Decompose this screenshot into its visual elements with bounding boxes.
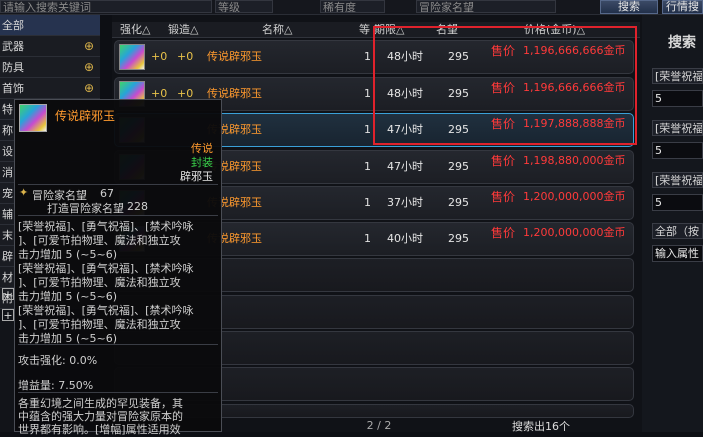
filter-value-input[interactable]: 5: [652, 142, 703, 159]
sort-dropdown[interactable]: 全部（按: [652, 223, 703, 239]
price-value: 1,200,000,000金币: [523, 190, 626, 203]
tooltip-gain: 增益量: 7.50%: [18, 379, 94, 392]
tooltip-attack-enhance: 攻击强化: 0.0%: [18, 354, 98, 367]
category-label: 设: [2, 145, 13, 158]
search-button[interactable]: 搜索: [600, 0, 658, 14]
col-enhance[interactable]: 强化△: [120, 22, 150, 37]
top-search-bar: 请输入搜索关键词 等级 稀有度 冒险家名望 搜索 行情搜: [0, 0, 703, 15]
col-level[interactable]: 等: [359, 22, 370, 37]
tooltip-description: 世界都有影响。[增幅]属性适用效: [18, 423, 181, 436]
category-item[interactable]: 首饰 ⊕: [0, 78, 100, 99]
item-quantity: 1: [364, 160, 371, 173]
expand-icon[interactable]: +: [2, 309, 14, 321]
filter-label[interactable]: [荣誉祝福: [652, 120, 703, 136]
item-quantity: 1: [364, 196, 371, 209]
category-label: 辅: [2, 208, 13, 221]
tooltip-item-name: 传说辟邪玉: [55, 109, 116, 123]
category-label: 特: [2, 103, 13, 116]
item-quantity: 1: [364, 123, 371, 136]
category-label: 首饰: [2, 82, 24, 95]
sell-label: 售价: [491, 226, 516, 240]
category-item[interactable]: 武器 ⊕: [0, 36, 100, 57]
tooltip-type: 辟邪玉: [180, 170, 213, 183]
filter-label[interactable]: [荣誉祝福: [652, 68, 703, 84]
price-value: 1,198,880,000金币: [523, 154, 626, 167]
category-label: 宠: [2, 187, 13, 200]
item-quantity: 1: [364, 50, 371, 63]
category-label: 消: [2, 166, 13, 179]
remaining-time: 47小时: [387, 160, 423, 173]
filter-label[interactable]: [荣誉祝福: [652, 172, 703, 188]
category-label: 辟: [2, 250, 13, 263]
category-label: 称: [2, 124, 13, 137]
search-input[interactable]: 请输入搜索关键词: [0, 0, 212, 13]
item-name: 传说辟邪玉: [207, 50, 262, 63]
fame-value: 295: [448, 196, 469, 209]
fame-field[interactable]: 冒险家名望: [416, 0, 556, 13]
tooltip-forge-fame-label: 打造冒险家名望: [47, 202, 124, 215]
category-label: 材: [2, 271, 13, 284]
forge-value: +0: [177, 50, 194, 63]
fame-value: 295: [448, 160, 469, 173]
rarity-select[interactable]: 稀有度: [320, 0, 385, 13]
category-label: 末: [2, 229, 13, 242]
category-label: 武器: [2, 40, 24, 53]
col-name[interactable]: 名称△: [262, 22, 292, 37]
item-quantity: 1: [364, 87, 371, 100]
tooltip-divider: [18, 344, 218, 345]
sell-label: 售价: [491, 190, 516, 204]
zoom-icon[interactable]: ⊕: [82, 39, 96, 53]
zoom-icon[interactable]: ⊕: [82, 81, 96, 95]
expand-icon[interactable]: +: [2, 288, 14, 300]
attribute-input[interactable]: 输入属性: [652, 245, 703, 262]
tooltip-divider: [18, 184, 218, 185]
level-field[interactable]: 等级: [215, 0, 273, 13]
item-quantity: 1: [364, 232, 371, 245]
sell-label: 售价: [491, 154, 516, 168]
tooltip-item-icon: [19, 104, 47, 132]
category-label: 防具: [2, 61, 24, 74]
item-icon[interactable]: [119, 44, 145, 70]
remaining-time: 40小时: [387, 232, 423, 245]
fame-value: 295: [448, 232, 469, 245]
filter-value-input[interactable]: 5: [652, 194, 703, 211]
category-item[interactable]: 全部: [0, 15, 100, 36]
item-tooltip: 传说辟邪玉 传说 封装 辟邪玉 ✦ 冒险家名望 67 打造冒险家名望 228 […: [14, 99, 222, 436]
remaining-time: 37小时: [387, 196, 423, 209]
browse-button[interactable]: 行情搜: [662, 0, 703, 14]
category-item[interactable]: 防具 ⊕: [0, 57, 100, 78]
tooltip-forge-fame-value: 228: [127, 200, 148, 213]
tooltip-divider: [18, 392, 218, 393]
col-forge[interactable]: 锻造△: [168, 22, 198, 37]
pager[interactable]: 2 / 2: [349, 419, 409, 432]
enhance-value: +0: [151, 50, 168, 63]
annotation-highlight-box: [373, 26, 637, 145]
price-value: 1,200,000,000金币: [523, 226, 626, 239]
tooltip-divider: [18, 215, 218, 216]
search-panel-title: 搜索: [668, 35, 696, 51]
zoom-icon[interactable]: ⊕: [82, 60, 96, 74]
filter-value-input[interactable]: 5: [652, 90, 703, 107]
category-label: 全部: [2, 19, 24, 32]
tooltip-fame-value: 67: [100, 187, 114, 200]
fame-star-icon: ✦: [19, 186, 29, 199]
